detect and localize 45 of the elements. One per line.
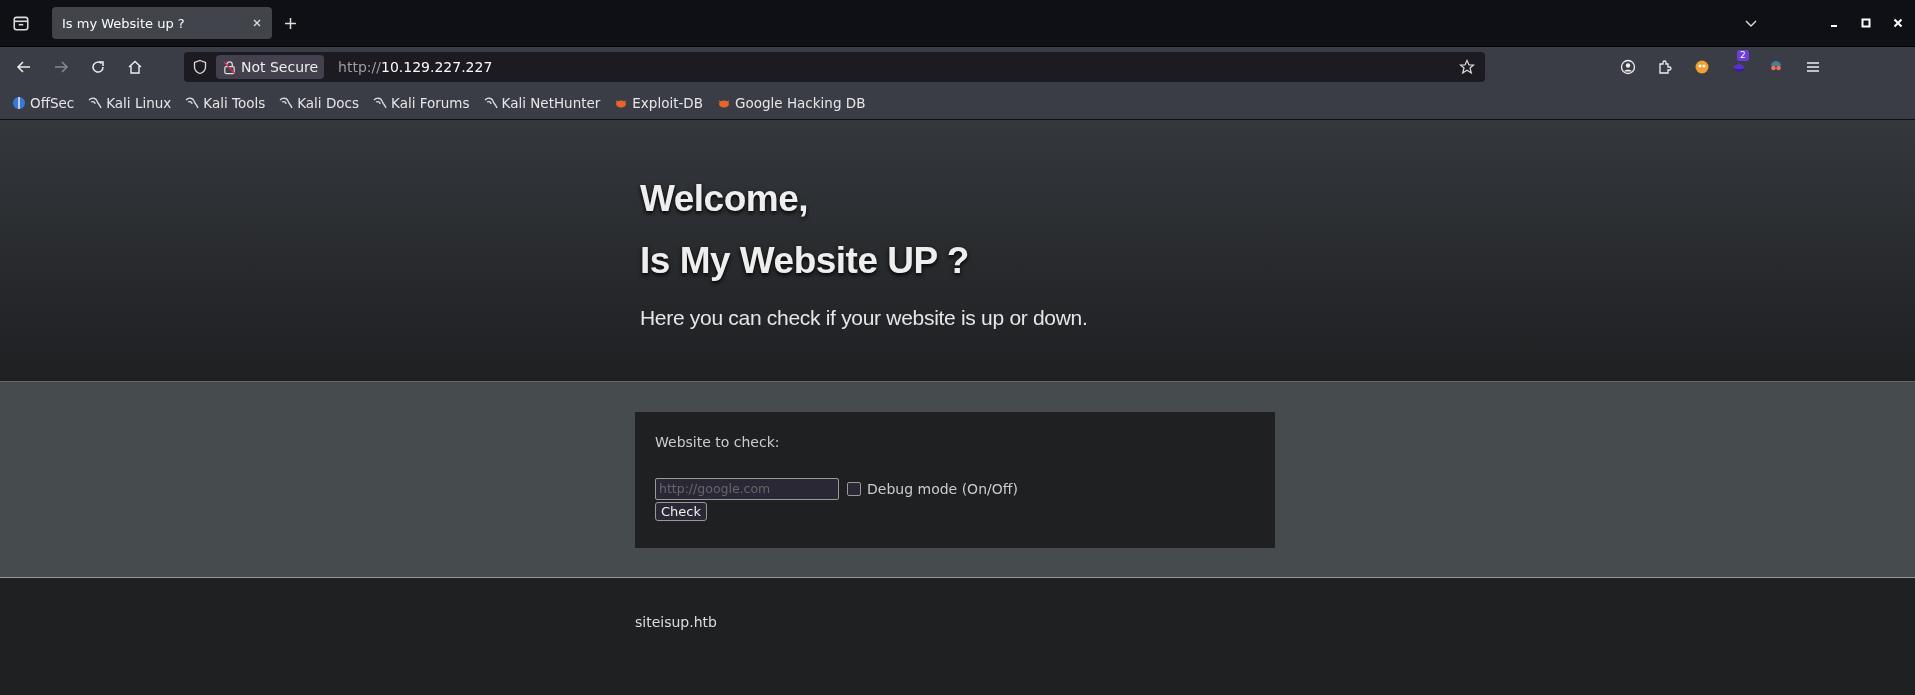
account-icon[interactable] <box>1620 59 1636 75</box>
bookmark-label: Kali Linux <box>106 95 172 111</box>
forward-icon[interactable] <box>53 59 69 75</box>
footer-text: siteisup.htb <box>635 614 717 630</box>
reload-icon[interactable] <box>90 59 106 75</box>
debug-checkbox[interactable] <box>847 481 861 496</box>
notification-badge: 2 <box>1737 50 1749 61</box>
star-icon[interactable] <box>1459 59 1475 75</box>
form-label: Website to check: <box>655 433 781 450</box>
bookmark-label: OffSec <box>30 95 75 111</box>
bookmark-label: Kali Forums <box>391 95 470 111</box>
security-label: Not Secure <box>241 59 319 75</box>
url-text: http://10.129.227.227 <box>338 59 493 75</box>
security-indicator[interactable]: Not Secure <box>216 55 325 79</box>
close-icon[interactable] <box>252 18 262 28</box>
check-button[interactable]: Check <box>655 501 707 521</box>
bookmark[interactable]: OffSec <box>12 95 75 111</box>
menu-icon[interactable] <box>1805 59 1821 75</box>
bookmark-label: Kali Tools <box>203 95 266 111</box>
tab-title: Is my Website up ? <box>62 15 185 31</box>
welcome-heading: Welcome, <box>640 178 810 220</box>
puzzle-icon[interactable] <box>1657 59 1673 75</box>
bookmark[interactable]: Kali Docs <box>279 95 360 111</box>
bookmark-label: Exploit-DB <box>632 95 703 111</box>
bookmark[interactable]: Kali Forums <box>373 95 470 111</box>
page-heading: Is My Website UP ? <box>640 240 970 282</box>
lead-text: Here you can check if your website is up or down. <box>640 306 1089 330</box>
home-icon[interactable] <box>127 59 143 75</box>
bookmark[interactable]: Exploit-DB <box>614 95 703 111</box>
bookmark-label: Kali NetHunter <box>501 95 601 111</box>
address-bar[interactable]: Not Secure http://10.129.227.227 <box>184 52 1485 82</box>
tab-list-icon[interactable] <box>12 14 30 32</box>
bookmark-label: Kali Docs <box>297 95 360 111</box>
offsec-icon <box>12 96 26 110</box>
bookmark[interactable]: Kali NetHunter <box>483 95 601 111</box>
new-tab-icon[interactable] <box>284 16 297 30</box>
shield-icon[interactable] <box>192 59 208 75</box>
browser-tab[interactable]: Is my Website up ? <box>52 7 272 39</box>
bookmark[interactable]: Kali Tools <box>185 95 266 111</box>
back-icon[interactable] <box>16 59 32 75</box>
broken-lock-icon <box>222 59 237 75</box>
maximize-icon[interactable] <box>1861 18 1871 28</box>
checkbox-label: Debug mode (On/Off) <box>867 480 1018 497</box>
bookmark[interactable]: Kali Linux <box>88 95 172 111</box>
url-input[interactable]: http://google.com <box>655 477 839 500</box>
